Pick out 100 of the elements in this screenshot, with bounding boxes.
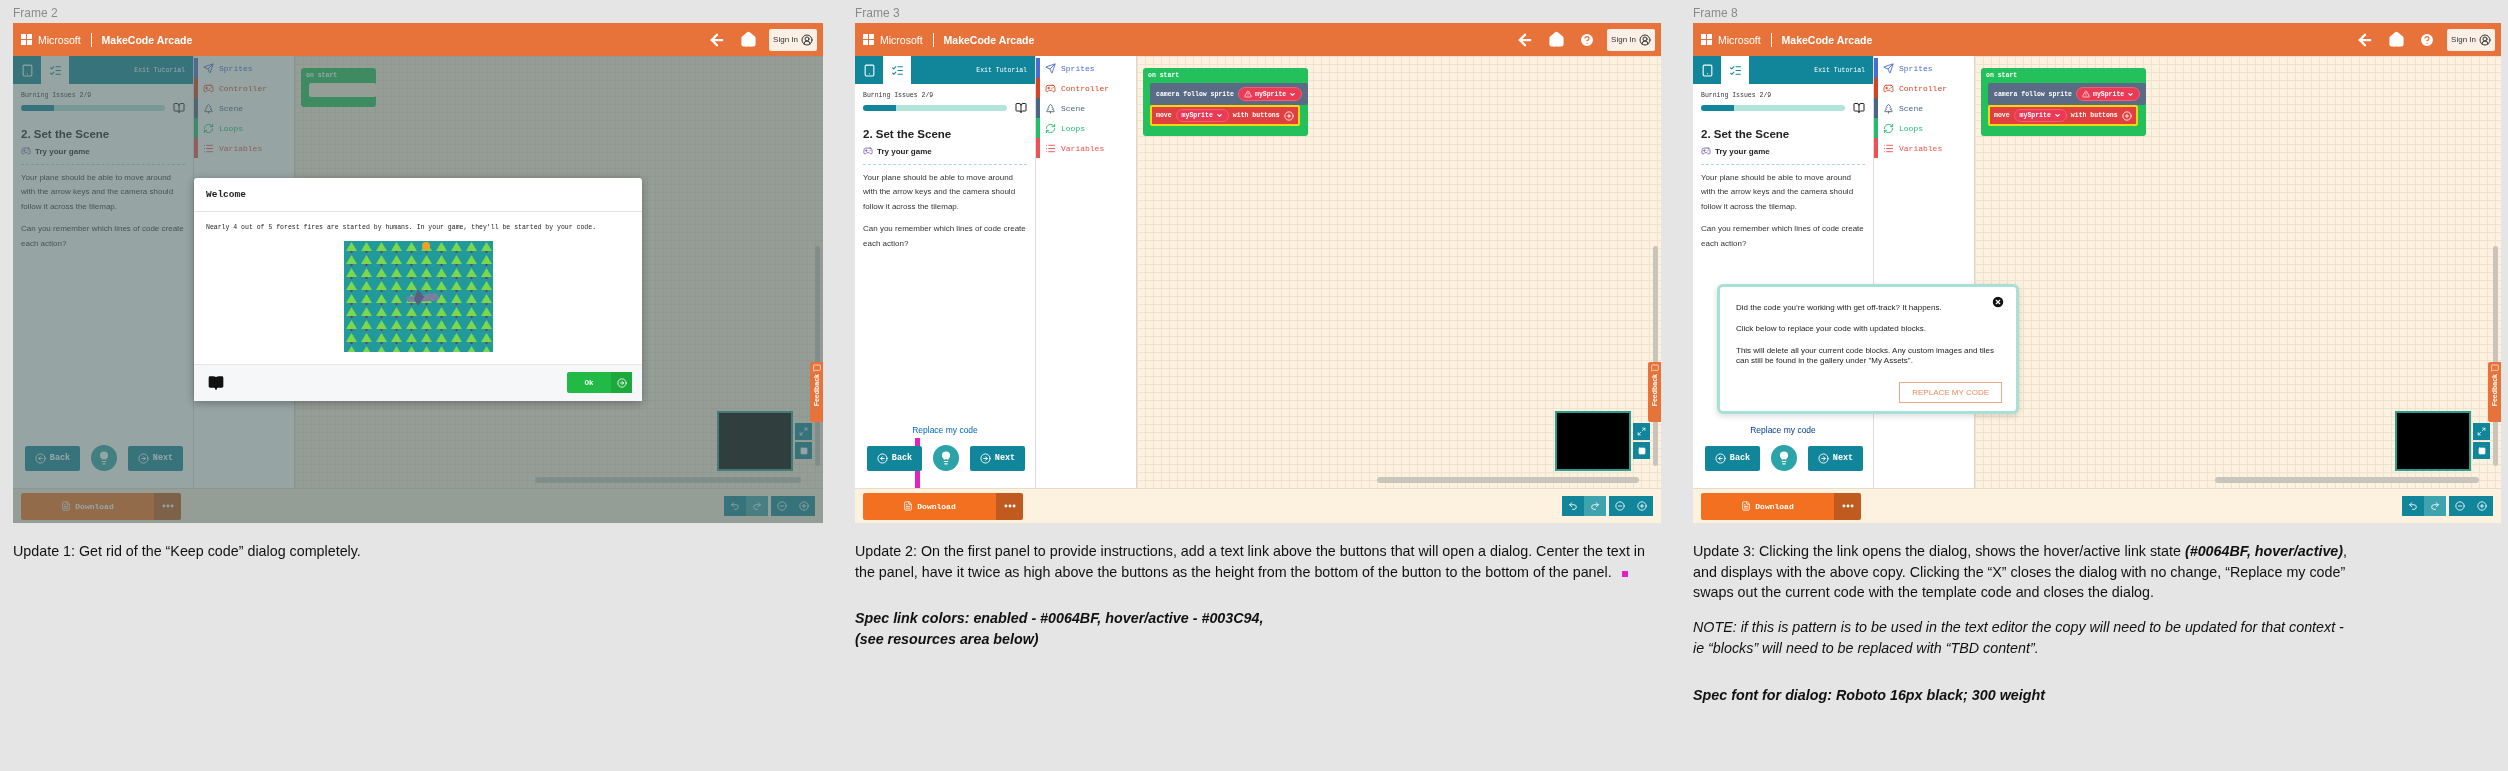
- zoom-out-button[interactable]: [2449, 496, 2471, 516]
- close-button[interactable]: [1991, 295, 2005, 309]
- back-button[interactable]: Back: [25, 445, 80, 471]
- zoom-in-button[interactable]: [2471, 496, 2493, 516]
- hint-button[interactable]: [1771, 445, 1797, 471]
- gamepad-icon: [21, 146, 31, 156]
- warning-icon: [1244, 90, 1252, 98]
- back-button[interactable]: Back: [867, 445, 922, 471]
- undo-button[interactable]: [1562, 496, 1584, 516]
- replace-my-code-button[interactable]: REPLACE MY CODE: [1899, 381, 2002, 403]
- toolbox-category[interactable]: Sprites: [194, 58, 294, 78]
- gamepad-icon: [863, 146, 873, 156]
- tree-icon: [1045, 102, 1056, 114]
- stop-button[interactable]: [2473, 442, 2490, 459]
- help-icon[interactable]: [2419, 31, 2436, 48]
- next-button[interactable]: Next: [970, 445, 1025, 471]
- download-button[interactable]: Download: [1701, 492, 1834, 520]
- back-button[interactable]: Back: [1705, 445, 1760, 471]
- checklist-icon: [48, 63, 62, 77]
- undo-button[interactable]: [724, 496, 746, 516]
- more-button[interactable]: [1834, 492, 1861, 520]
- hint-button[interactable]: [933, 445, 959, 471]
- sign-in-button[interactable]: Sign In: [1607, 28, 1655, 51]
- toolbox-category[interactable]: Controller: [194, 78, 294, 98]
- logo-icon: [1701, 34, 1712, 45]
- toolbox-category[interactable]: Loops: [1036, 118, 1136, 138]
- home-icon[interactable]: [2388, 31, 2406, 48]
- chat-icon: [2490, 364, 2499, 372]
- stop-button[interactable]: [1633, 442, 1650, 459]
- toolbox-category[interactable]: Variables: [194, 138, 294, 158]
- sign-in-button[interactable]: Sign In: [2447, 28, 2495, 51]
- next-button[interactable]: Next: [1808, 445, 1863, 471]
- zoom-in-button[interactable]: [1631, 496, 1653, 516]
- simulator-tab[interactable]: [13, 56, 41, 84]
- tablet-icon: [1700, 63, 1714, 77]
- dialog-text: Click below to replace your code with updated blocks.: [1736, 324, 1927, 335]
- plus-icon[interactable]: [1283, 110, 1294, 121]
- toolbox-category[interactable]: Controller: [1036, 78, 1136, 98]
- zoom-out-button[interactable]: [771, 496, 793, 516]
- help-icon[interactable]: [1579, 31, 1596, 48]
- arrow-right-icon: [979, 452, 991, 464]
- undo-button[interactable]: [2402, 496, 2424, 516]
- toolbox-category[interactable]: Variables: [1036, 138, 1136, 158]
- zoom-in-button[interactable]: [793, 496, 815, 516]
- simulator-tab[interactable]: [1693, 56, 1721, 84]
- horizontal-scrollbar[interactable]: [2215, 477, 2479, 483]
- checklist-icon: [890, 63, 904, 77]
- warning-icon: [2082, 90, 2090, 98]
- zoom-out-button[interactable]: [1609, 496, 1631, 516]
- home-icon[interactable]: [740, 31, 758, 48]
- spec-note: Spec font for dialog: Roboto 16px black; 300 weight: [1693, 685, 2047, 705]
- replace-code-link[interactable]: Replace my code: [912, 425, 978, 435]
- sign-in-button[interactable]: Sign In: [769, 28, 817, 51]
- user-icon: [2479, 33, 2491, 46]
- toolbox-category[interactable]: Sprites: [1036, 58, 1136, 78]
- toolbox-category[interactable]: Scene: [194, 98, 294, 118]
- toolbox-category[interactable]: Loops: [1874, 118, 1974, 138]
- lightbulb-icon: [97, 451, 111, 465]
- expand-icon: [2477, 427, 2486, 436]
- toolbox-category[interactable]: Controller: [1874, 78, 1974, 98]
- caret-icon: [1215, 112, 1223, 119]
- redo-button[interactable]: [1584, 496, 1606, 516]
- replace-code-link[interactable]: Replace my code: [1750, 425, 1816, 435]
- brand-name: Microsoft: [1718, 33, 1761, 46]
- toolbox-category[interactable]: Variables: [1874, 138, 1974, 158]
- dialog-text: This will delete all your current code blocks. Any custom images and tiles can still be found in the gallery under "My Assets".: [1736, 345, 1995, 367]
- simulator-tab[interactable]: [855, 56, 883, 84]
- horizontal-scrollbar[interactable]: [1377, 477, 1639, 483]
- frame-label: Frame 2: [13, 5, 59, 22]
- fullscreen-button[interactable]: [1633, 423, 1650, 440]
- plus-icon[interactable]: [2121, 110, 2132, 121]
- home-icon[interactable]: [1548, 31, 1566, 48]
- redo-button[interactable]: [2424, 496, 2446, 516]
- close-icon: [1991, 295, 2005, 309]
- product-name: MakeCode Arcade: [1781, 33, 1873, 46]
- plus-icon: [2477, 501, 2487, 511]
- toolbox-category[interactable]: Scene: [1036, 98, 1136, 118]
- minus-icon: [777, 501, 787, 511]
- list-icon: [203, 142, 214, 154]
- arrow-left-icon: [34, 452, 46, 464]
- caret-icon: [2053, 112, 2061, 119]
- toolbox-category[interactable]: Scene: [1874, 98, 1974, 118]
- stop-button[interactable]: [795, 442, 812, 459]
- more-button[interactable]: [154, 492, 181, 520]
- undo-icon: [1568, 501, 1578, 511]
- download-button[interactable]: Download: [863, 492, 996, 520]
- chat-icon: [812, 364, 821, 372]
- hint-button[interactable]: [91, 445, 117, 471]
- redo-icon: [752, 501, 762, 511]
- arrow-left-icon: [876, 452, 888, 464]
- fullscreen-button[interactable]: [795, 423, 812, 440]
- toolbox-category[interactable]: Sprites: [1874, 58, 1974, 78]
- redo-button[interactable]: [746, 496, 768, 516]
- stop-icon: [1637, 446, 1646, 455]
- more-button[interactable]: [996, 492, 1023, 520]
- redo-icon: [2430, 501, 2440, 511]
- tree-icon: [1883, 102, 1894, 114]
- product-name: MakeCode Arcade: [101, 33, 193, 46]
- next-button[interactable]: Next: [128, 445, 183, 471]
- fullscreen-button[interactable]: [2473, 423, 2490, 440]
